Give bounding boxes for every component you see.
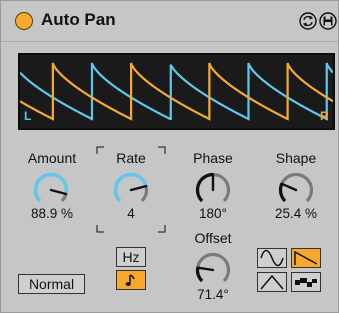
knob-pointer	[49, 188, 68, 196]
phase-label: Phase	[193, 150, 233, 166]
device-title: Auto Pan	[41, 10, 116, 29]
shape-label: Shape	[275, 150, 317, 166]
right-channel-label: R	[320, 109, 329, 123]
mode-dropdown[interactable]: Normal	[18, 274, 85, 294]
knob-pointer	[280, 182, 298, 192]
lfo-display: L R	[18, 53, 335, 130]
random-icon	[295, 278, 317, 287]
sync-note-button[interactable]	[116, 270, 146, 290]
lfo-waveform-graph	[20, 62, 333, 121]
waveform-triangle-button[interactable]	[257, 272, 287, 292]
auto-pan-device: Auto Pan L R Amount 88.9 % Rate 4 Phase …	[0, 0, 339, 313]
phase-value: 180°	[199, 206, 227, 221]
waveform-sine-button[interactable]	[257, 248, 287, 268]
knob-value-arc	[278, 183, 287, 203]
hot-swap-icon[interactable]	[299, 12, 317, 30]
amount-label: Amount	[27, 150, 77, 166]
knob-track	[278, 172, 314, 203]
device-power-button[interactable]	[15, 12, 33, 30]
knob-pointer	[129, 184, 148, 192]
triangle-icon	[260, 274, 284, 290]
knob-pointer	[196, 266, 215, 272]
knob-value-arc	[195, 172, 214, 203]
device-title-bar: Auto Pan	[1, 1, 338, 42]
hz-button[interactable]: Hz	[116, 247, 146, 267]
sine-icon	[260, 249, 284, 267]
offset-label: Offset	[194, 230, 232, 246]
knob-value-arc	[33, 172, 69, 203]
sawtooth-down-icon	[294, 250, 318, 265]
shape-value: 25.4 %	[274, 206, 318, 221]
save-preset-icon[interactable]	[319, 12, 337, 30]
note-icon	[125, 274, 135, 286]
offset-value: 71.4°	[197, 287, 229, 302]
left-channel-label: L	[24, 109, 32, 123]
waveform-random-button[interactable]	[291, 272, 321, 292]
rate-label: Rate	[116, 150, 146, 166]
knob-value-arc	[195, 267, 204, 283]
waveform-sawtooth-down-button[interactable]	[291, 248, 321, 268]
left-channel-wave	[20, 62, 333, 121]
rate-value: 4	[127, 206, 135, 221]
amount-value: 88.9 %	[30, 206, 74, 221]
